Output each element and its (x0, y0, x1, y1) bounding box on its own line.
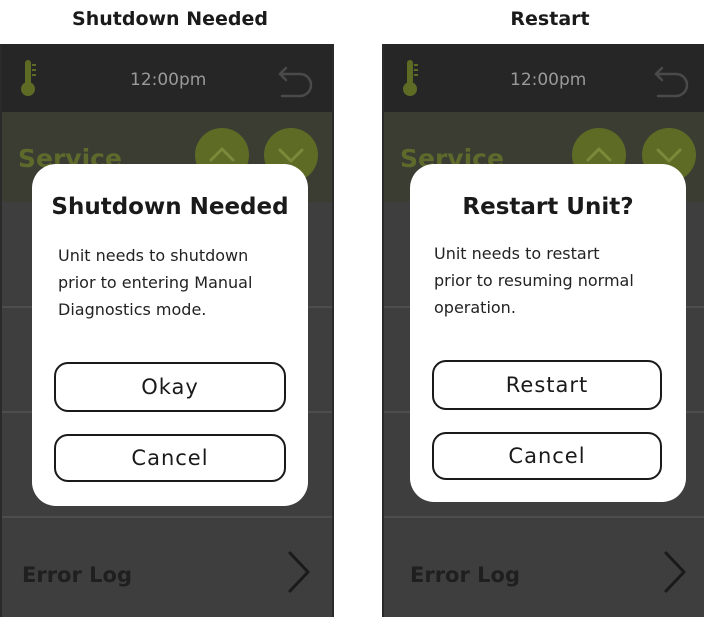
back-arrow-icon[interactable] (276, 60, 316, 100)
cancel-button[interactable]: Cancel (54, 434, 286, 482)
okay-button[interactable]: Okay (54, 362, 286, 412)
clock-time: 12:00pm (130, 70, 207, 90)
dialog-title: Shutdown Needed (51, 194, 289, 220)
cancel-button[interactable]: Cancel (432, 432, 662, 480)
row-divider (384, 516, 704, 518)
shutdown-dialog: Shutdown Needed Unit needs to shutdown p… (32, 164, 308, 506)
dialog-message: Unit needs to restart prior to resuming … (434, 244, 634, 317)
row-divider (2, 516, 332, 518)
panel-caption: Restart (510, 8, 590, 30)
panel-caption: Shutdown Needed (72, 8, 268, 30)
chevron-right-icon[interactable] (284, 549, 314, 595)
thermometer-icon (403, 60, 418, 96)
back-arrow-icon[interactable] (652, 60, 692, 100)
error-log-label[interactable]: Error Log (22, 563, 132, 587)
restart-dialog: Restart Unit? Unit needs to restart prio… (410, 164, 686, 502)
clock-time: 12:00pm (510, 70, 587, 90)
dialog-title: Restart Unit? (462, 194, 634, 220)
dialog-message: Unit needs to shutdown prior to entering… (58, 246, 253, 319)
chevron-right-icon[interactable] (660, 549, 690, 595)
device-screen: 12:00pm Service Error Log Restart Unit? … (382, 44, 704, 617)
device-screen: 12:00pm Service Error Log Shutdown Neede… (0, 44, 334, 617)
thermometer-icon (21, 60, 36, 96)
error-log-label[interactable]: Error Log (410, 563, 520, 587)
restart-button[interactable]: Restart (432, 360, 662, 410)
